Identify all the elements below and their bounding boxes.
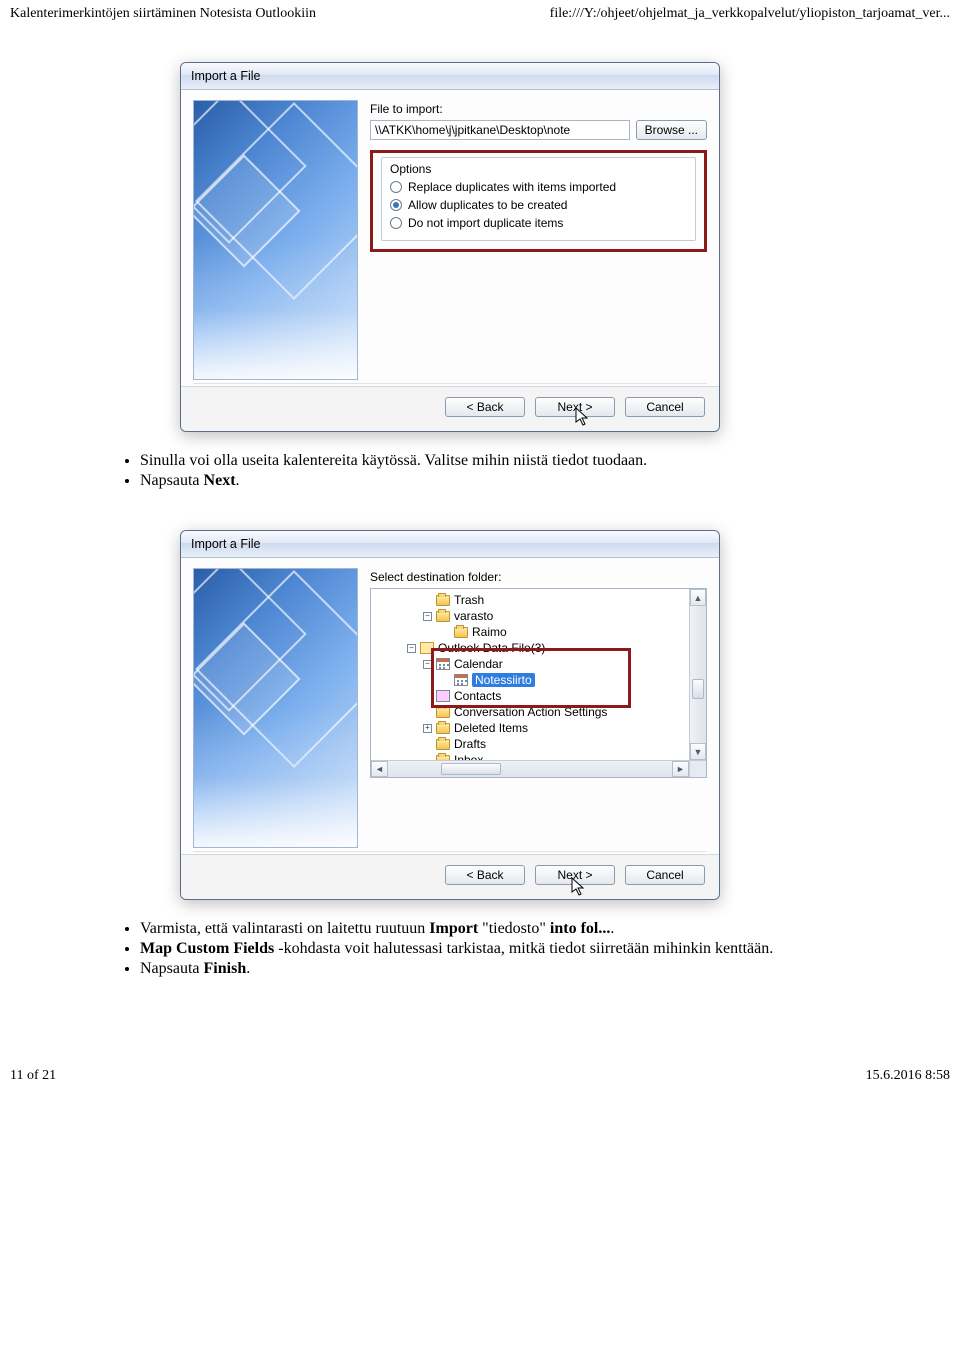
doc-url: file:///Y:/ohjeet/ohjelmat_ja_verkkopalv… [550,6,950,22]
radio-icon [390,181,402,193]
expand-icon[interactable]: + [423,724,432,733]
back-button[interactable]: < Back [445,865,525,885]
option-replace-duplicates[interactable]: Replace duplicates with items imported [390,180,687,194]
option-label: Do not import duplicate items [408,216,563,230]
option-skip-duplicates[interactable]: Do not import duplicate items [390,216,687,230]
folder-icon [436,739,450,750]
scroll-up-icon[interactable]: ▲ [690,589,706,606]
options-groupbox: Options Replace duplicates with items im… [381,157,696,241]
calendar-icon [436,658,450,670]
contacts-icon [436,690,450,702]
folder-icon [436,595,450,606]
collapse-icon[interactable]: − [407,644,416,653]
instruction-item: Varmista, että valintarasti on laitettu … [140,920,950,938]
wizard-graphic [193,100,358,380]
options-title: Options [390,162,687,176]
collapse-icon[interactable]: − [423,660,432,669]
pst-icon [420,642,434,654]
instruction-item: Map Custom Fields -kohdasta voit halutes… [140,940,950,958]
scrollbar-thumb[interactable] [692,679,704,699]
instruction-item: Napsauta Next. [140,472,950,490]
collapse-icon[interactable]: − [423,612,432,621]
dialog-title: Import a File [181,531,719,558]
folder-tree[interactable]: Trash − varasto Raimo − [370,588,707,778]
instruction-item: Sinulla voi olla useita kalentereita käy… [140,452,950,470]
scrollbar-thumb[interactable] [441,763,501,775]
scroll-left-icon[interactable]: ◄ [371,761,388,777]
doc-title: Kalenterimerkintöjen siirtäminen Notesis… [10,6,316,22]
page-header: Kalenterimerkintöjen siirtäminen Notesis… [0,0,960,22]
page-timestamp: 15.6.2016 8:58 [866,1068,950,1084]
cancel-button[interactable]: Cancel [625,865,705,885]
import-file-dialog-2: Import a File Select destination folder:… [180,530,720,900]
next-button[interactable]: Next > [535,397,615,417]
file-path-input[interactable]: \\ATKK\home\j\jpitkane\Desktop\note [370,120,630,140]
scroll-right-icon[interactable]: ► [672,761,689,777]
horizontal-scrollbar[interactable]: ◄ ► [371,760,706,777]
folder-icon [454,627,468,638]
select-destination-label: Select destination folder: [370,570,707,584]
options-highlight-box: Options Replace duplicates with items im… [370,150,707,252]
tree-item-raimo[interactable]: Raimo [373,625,704,641]
tree-item-drafts[interactable]: Drafts [373,737,704,753]
page-number: 11 of 21 [10,1068,56,1084]
back-button[interactable]: < Back [445,397,525,417]
file-to-import-label: File to import: [370,102,707,116]
tree-item-contacts[interactable]: Contacts [373,689,704,705]
cancel-button[interactable]: Cancel [625,397,705,417]
radio-icon [390,217,402,229]
tree-item-calendar[interactable]: − Calendar [373,657,704,673]
tree-item-outlook-data-file[interactable]: − Outlook Data File(3) [373,641,704,657]
page-footer: 11 of 21 15.6.2016 8:58 [0,1008,960,1094]
folder-icon [436,707,450,718]
option-label: Allow duplicates to be created [408,198,567,212]
radio-icon [390,199,402,211]
tree-item-notessiirto[interactable]: Notessiirto [373,673,704,689]
option-allow-duplicates[interactable]: Allow duplicates to be created [390,198,687,212]
folder-icon [436,723,450,734]
calendar-icon [454,674,468,686]
dialog-title: Import a File [181,63,719,90]
next-button[interactable]: Next > [535,865,615,885]
import-file-dialog-1: Import a File File to import: \\ATKK\hom… [180,62,720,432]
wizard-graphic [193,568,358,848]
option-label: Replace duplicates with items imported [408,180,616,194]
tree-item-trash[interactable]: Trash [373,593,704,609]
vertical-scrollbar[interactable]: ▲ ▼ [689,589,706,760]
scroll-down-icon[interactable]: ▼ [690,743,706,760]
tree-item-varasto[interactable]: − varasto [373,609,704,625]
instruction-item: Napsauta Finish. [140,960,950,978]
folder-icon [436,611,450,622]
tree-item-deleted-items[interactable]: + Deleted Items [373,721,704,737]
browse-button[interactable]: Browse ... [636,120,707,140]
instruction-list-1: Sinulla voi olla useita kalentereita käy… [140,452,950,490]
tree-item-conversation-settings[interactable]: Conversation Action Settings [373,705,704,721]
instruction-list-2: Varmista, että valintarasti on laitettu … [140,920,950,978]
